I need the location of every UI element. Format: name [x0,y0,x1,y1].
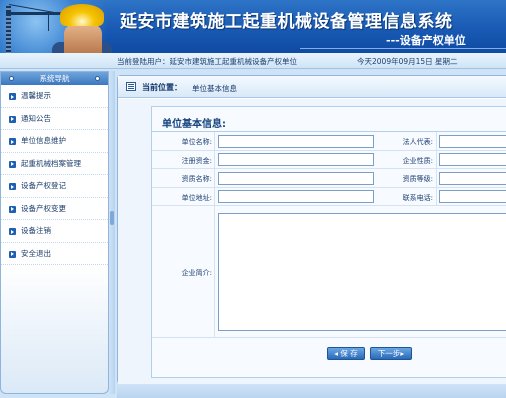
sidebar-item-ownership-change[interactable]: 设备产权变更 [1,198,108,220]
divider [214,150,215,168]
app-title: 延安市建筑施工起重机械设备管理信息系统 [120,12,453,32]
worker-face [64,24,102,53]
crane-hook [48,15,49,31]
form-row: 单位名称: 法人代表: [152,132,506,151]
circle-icon [9,76,14,81]
phone-input[interactable] [439,190,506,203]
current-user: 当前登陆用户：延安市建筑施工起重机械设备产权单位 [117,57,297,66]
sidebar-nav: 系统导航 温馨提示 通知公告 单位信息维护 起重机械档案管理 设备产权登记 设备… [0,71,109,394]
form-row: 资质名称: 资质等级: [152,169,506,188]
sidebar-item-unit-info[interactable]: 单位信息维护 [1,130,108,153]
sidebar-item-label: 设备注销 [21,226,51,235]
sidebar-item-label: 单位信息维护 [21,136,66,145]
legal-rep-input[interactable] [439,134,506,148]
divider [214,206,215,337]
unit-address-input[interactable] [218,190,374,203]
window-icon [126,82,136,91]
arrow-bullet-icon [9,250,16,258]
phone-label: 联系电话: [402,193,433,202]
content-area: 单位基本信息: 单位名称: 法人代表: 注册资金: 企业性质: 资质名称: 资质… [118,99,506,385]
registered-capital-label: 注册资金: [181,156,212,165]
sidebar-item-crane-archive[interactable]: 起重机械档案管理 [1,153,108,175]
company-intro-label: 企业简介: [181,269,212,277]
sidebar-item-logout[interactable]: 安全退出 [1,243,108,265]
sidebar-item-label: 温馨提示 [21,91,51,100]
arrow-bullet-icon [9,93,16,100]
unit-address-label: 单位地址: [181,193,212,202]
arrow-bullet-icon [9,228,16,235]
form-row: 企业简介: [152,206,506,338]
form-table: 单位名称: 法人代表: 注册资金: 企业性质: 资质名称: 资质等级: 单位地址… [152,132,506,338]
sidebar-item-tips[interactable]: 温馨提示 [1,85,108,108]
main-panel: 当前位置： 单位基本信息 单位基本信息: 单位名称: 法人代表: 注册资金: 企… [117,75,506,385]
arrow-bullet-icon [9,183,16,190]
sidebar-item-label: 设备产权登记 [21,181,66,190]
circle-icon [95,76,100,81]
company-type-input[interactable] [439,153,506,166]
breadcrumb: 当前位置： 单位基本信息 [118,76,506,98]
arrow-bullet-icon [9,115,16,123]
sidebar-item-notices[interactable]: 通知公告 [1,108,108,130]
save-button[interactable]: ◂ 保 存 [327,347,365,360]
divider [436,150,437,168]
sidebar-title: 系统导航 [39,74,70,83]
helmet-icon [60,4,104,26]
arrow-bullet-icon [9,160,16,168]
sidebar-item-device-cancel[interactable]: 设备注销 [1,220,108,243]
breadcrumb-label: 当前位置： [142,83,182,92]
breadcrumb-current: 单位基本信息 [192,83,237,93]
divider [214,169,215,187]
button-bar: ◂ 保 存 下一步▸ [152,343,506,367]
footer-bar [117,384,506,398]
form-row: 注册资金: 企业性质: [152,150,506,169]
form-row: 单位地址: 联系电话: [152,187,506,206]
legal-rep-label: 法人代表: [402,138,433,146]
divider [436,132,437,150]
qualification-level-label: 资质等级: [402,175,433,183]
arrow-bullet-icon [9,205,16,213]
sidebar-item-label: 安全退出 [21,248,51,258]
sidebar-item-label: 设备产权变更 [21,203,66,213]
sidebar-splitter[interactable] [109,71,115,394]
next-step-button[interactable]: 下一步▸ [370,347,412,360]
current-date: 今天2009年09月15日 星期二 [357,57,458,66]
company-intro-textarea[interactable] [218,213,506,331]
sidebar-item-ownership-register[interactable]: 设备产权登记 [1,175,108,198]
divider [436,187,437,205]
company-type-label: 企业性质: [402,156,433,165]
header-divider [300,48,506,49]
section-title: 单位基本信息: [162,119,226,130]
registered-capital-input[interactable] [218,153,374,166]
unit-name-input[interactable] [218,134,374,148]
divider [214,132,215,150]
divider [214,187,215,205]
qualification-name-input[interactable] [218,171,374,185]
unit-name-label: 单位名称: [181,138,212,146]
app-subtitle: ---设备产权单位 [386,34,466,47]
splitter-grip[interactable] [110,211,114,225]
unit-info-form: 单位基本信息: 单位名称: 法人代表: 注册资金: 企业性质: 资质名称: 资质… [151,106,506,378]
qualification-level-input[interactable] [439,171,506,185]
status-bar: 当前登陆用户：延安市建筑施工起重机械设备产权单位 今天2009年09月15日 星… [0,53,506,69]
arrow-bullet-icon [9,138,16,145]
sidebar-item-label: 起重机械档案管理 [21,158,81,168]
app-header: 延安市建筑施工起重机械设备管理信息系统 ---设备产权单位 [0,0,506,53]
divider [436,169,437,187]
sidebar-header: 系统导航 [1,72,108,85]
qualification-name-label: 资质名称: [181,175,212,183]
sidebar-item-label: 通知公告 [21,113,51,123]
